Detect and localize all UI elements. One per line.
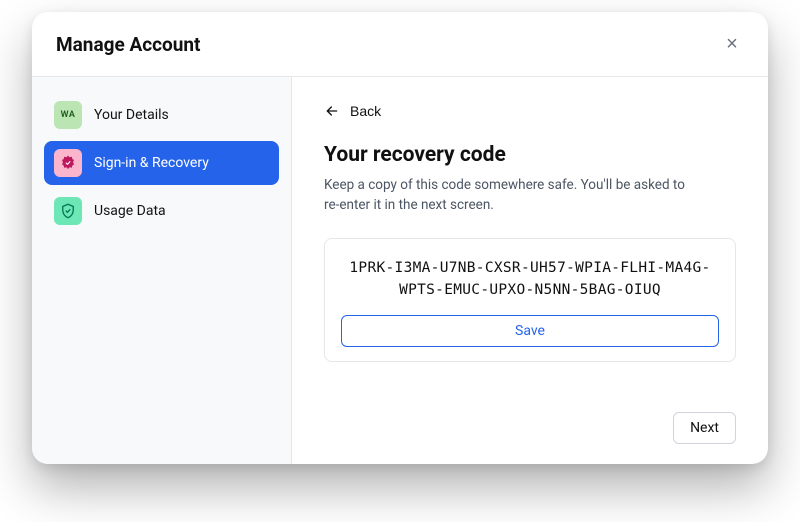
page-title: Your recovery code <box>324 143 736 167</box>
recovery-code-box: 1PRK-I3MA-U7NB-CXSR-UH57-WPIA-FLHI-MA4G-… <box>324 238 736 363</box>
next-button[interactable]: Next <box>673 412 736 444</box>
sidebar-item-label: Usage Data <box>94 203 166 219</box>
rosette-icon <box>54 149 82 177</box>
back-label: Back <box>350 103 381 119</box>
recovery-code-text: 1PRK-I3MA-U7NB-CXSR-UH57-WPIA-FLHI-MA4G-… <box>341 257 719 302</box>
avatar-icon: WA <box>54 101 82 129</box>
sidebar-item-usage-data[interactable]: Usage Data <box>44 189 279 233</box>
shield-icon <box>54 197 82 225</box>
page-description: Keep a copy of this code somewhere safe.… <box>324 175 694 216</box>
arrow-left-icon <box>324 103 340 119</box>
main-panel: Back Your recovery code Keep a copy of t… <box>292 77 768 464</box>
footer-actions: Next <box>324 396 736 444</box>
modal-body: WA Your Details Sign-in & Recovery <box>32 77 768 464</box>
sidebar-item-signin-recovery[interactable]: Sign-in & Recovery <box>44 141 279 185</box>
sidebar-item-your-details[interactable]: WA Your Details <box>44 93 279 137</box>
back-button[interactable]: Back <box>324 101 381 121</box>
sidebar-item-label: Sign-in & Recovery <box>94 155 209 171</box>
manage-account-modal: Manage Account × WA Your Details Sign-in… <box>32 12 768 464</box>
modal-title: Manage Account <box>56 33 200 56</box>
close-button[interactable]: × <box>720 32 744 56</box>
modal-header: Manage Account × <box>32 12 768 77</box>
save-button[interactable]: Save <box>341 315 719 347</box>
close-icon: × <box>726 34 738 54</box>
sidebar: WA Your Details Sign-in & Recovery <box>32 77 292 464</box>
sidebar-item-label: Your Details <box>94 107 169 123</box>
